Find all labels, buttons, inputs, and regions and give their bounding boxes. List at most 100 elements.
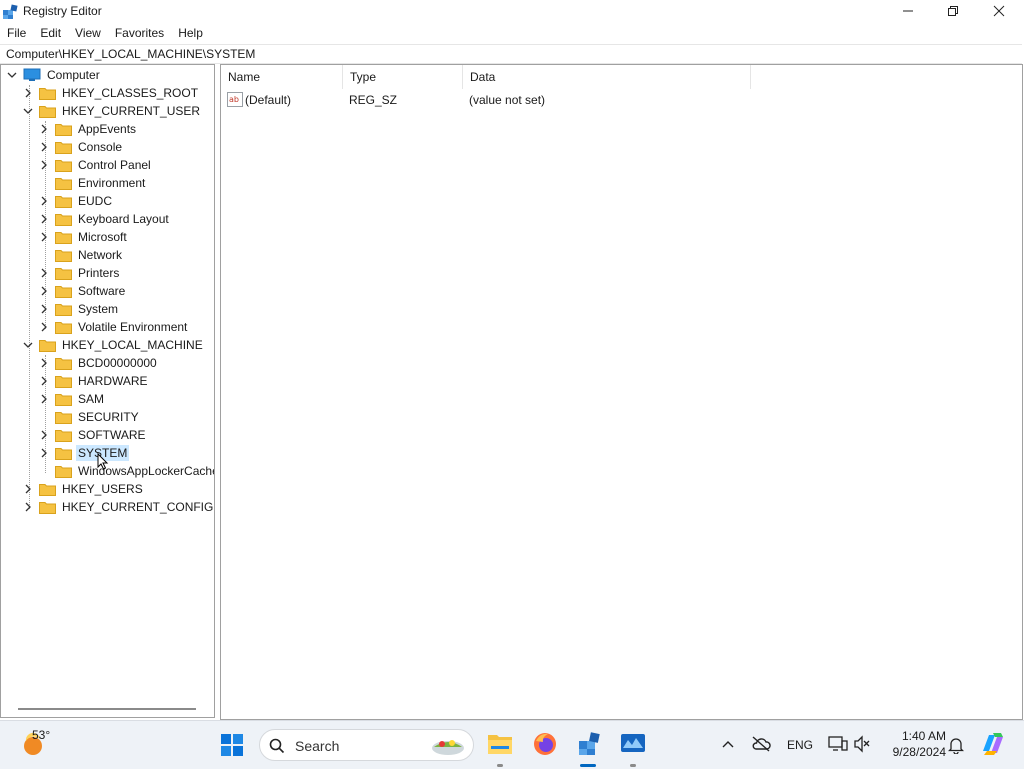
address-path[interactable]: Computer\HKEY_LOCAL_MACHINE\SYSTEM — [6, 47, 255, 61]
onedrive-button[interactable] — [751, 736, 771, 755]
chevron-right-icon[interactable] — [39, 286, 49, 296]
tree-item-keyboard-layout[interactable]: Keyboard Layout — [39, 210, 171, 228]
menu-file[interactable]: File — [0, 23, 33, 43]
network-button[interactable] — [828, 735, 848, 756]
language-indicator[interactable]: ENG — [787, 738, 813, 752]
address-bar[interactable]: Computer\HKEY_LOCAL_MACHINE\SYSTEM — [0, 44, 1022, 64]
volume-button[interactable] — [853, 735, 871, 756]
tree-item-network[interactable]: Network — [39, 246, 124, 264]
tree-item-windowsapplockercache[interactable]: WindowsAppLockerCache — [39, 462, 214, 480]
chevron-right-icon[interactable] — [23, 502, 33, 512]
chevron-right-icon[interactable] — [39, 322, 49, 332]
copilot-button[interactable] — [979, 731, 1007, 760]
chevron-right-icon[interactable] — [39, 448, 49, 458]
firefox-button[interactable] — [532, 731, 558, 760]
folder-icon — [55, 447, 72, 460]
tree-label: BCD00000000 — [78, 356, 157, 370]
tree-item-control-panel[interactable]: Control Panel — [39, 156, 153, 174]
tree-item-eudc[interactable]: EUDC — [39, 192, 114, 210]
tree-item-hkey-local-machine[interactable]: HKEY_LOCAL_MACHINE — [23, 336, 205, 354]
list-item[interactable]: ab (Default) REG_SZ (value not set) — [221, 91, 821, 109]
tree-label: System — [78, 302, 119, 316]
tree-item-console[interactable]: Console — [39, 138, 124, 156]
menu-help[interactable]: Help — [171, 23, 210, 43]
registry-editor-taskbar-button[interactable] — [576, 731, 602, 760]
notifications-button[interactable] — [947, 736, 965, 757]
column-header-data[interactable]: Data — [463, 65, 751, 89]
menu-edit[interactable]: Edit — [33, 23, 68, 43]
tree-item-microsoft[interactable]: Microsoft — [39, 228, 129, 246]
tree-item-environment[interactable]: Environment — [39, 174, 147, 192]
computer-icon — [23, 68, 41, 81]
monitor-app-button[interactable] — [620, 731, 646, 760]
chevron-right-icon[interactable] — [39, 358, 49, 368]
folder-icon — [39, 483, 56, 496]
minimize-button[interactable] — [885, 0, 931, 22]
tree-item-hkey-classes-root[interactable]: HKEY_CLASSES_ROOT — [23, 84, 200, 102]
chevron-right-icon[interactable] — [39, 268, 49, 278]
chevron-down-icon[interactable] — [23, 106, 33, 116]
value-type: REG_SZ — [349, 93, 398, 107]
tree-item-system[interactable]: System — [39, 300, 120, 318]
chevron-right-icon[interactable] — [39, 304, 49, 314]
tree-item-system-hklm[interactable]: SYSTEM — [39, 444, 130, 462]
file-explorer-button[interactable] — [486, 731, 514, 760]
tree-item-bcd00000000[interactable]: BCD00000000 — [39, 354, 159, 372]
chevron-down-icon[interactable] — [7, 70, 17, 80]
tree-item-printers[interactable]: Printers — [39, 264, 121, 282]
chevron-right-icon[interactable] — [23, 88, 33, 98]
menu-view[interactable]: View — [68, 23, 108, 43]
tree-item-volatile-environment[interactable]: Volatile Environment — [39, 318, 189, 336]
chevron-right-icon[interactable] — [39, 394, 49, 404]
column-header-name[interactable]: Name — [221, 65, 343, 89]
tree-label: Environment — [78, 176, 146, 190]
chevron-right-icon[interactable] — [23, 484, 33, 494]
tree-item-sam[interactable]: SAM — [39, 390, 106, 408]
chevron-right-icon[interactable] — [39, 124, 49, 134]
chevron-down-icon[interactable] — [23, 340, 33, 350]
values-list[interactable]: Name Type Data ab (Default) REG_SZ (valu… — [220, 64, 1023, 720]
tree-item-hkey-current-config[interactable]: HKEY_CURRENT_CONFIG — [23, 498, 214, 516]
tree-label: Network — [78, 248, 123, 262]
chevron-right-icon[interactable] — [39, 214, 49, 224]
tree-label: SOFTWARE — [78, 428, 146, 442]
chevron-right-icon[interactable] — [39, 430, 49, 440]
tree-label: EUDC — [78, 194, 113, 208]
column-header-type[interactable]: Type — [343, 65, 463, 89]
tree-item-hkey-current-user[interactable]: HKEY_CURRENT_USER — [23, 102, 202, 120]
tree-label: Microsoft — [78, 230, 127, 244]
maximize-button[interactable] — [930, 0, 976, 22]
folder-icon — [39, 87, 56, 100]
tree-item-software[interactable]: Software — [39, 282, 127, 300]
speaker-muted-icon — [854, 735, 870, 753]
close-button[interactable] — [976, 0, 1022, 22]
tree-item-security[interactable]: SECURITY — [39, 408, 141, 426]
start-button[interactable] — [221, 734, 243, 759]
tree-pane[interactable]: Computer HKEY_CLASSES_ROOT HKEY_CURRENT_… — [0, 64, 215, 718]
chevron-right-icon[interactable] — [39, 142, 49, 152]
tree-item-computer[interactable]: Computer — [7, 66, 102, 84]
folder-icon — [55, 213, 72, 226]
chevron-right-icon[interactable] — [39, 232, 49, 242]
tree-label: HARDWARE — [78, 374, 148, 388]
tree-label: Printers — [78, 266, 120, 280]
clock-button[interactable]: 1:40 AM 9/28/2024 — [880, 729, 946, 759]
tree-item-appevents[interactable]: AppEvents — [39, 120, 138, 138]
tree-item-software-hklm[interactable]: SOFTWARE — [39, 426, 148, 444]
string-value-icon: ab — [227, 92, 243, 107]
taskbar-search[interactable]: Search — [259, 729, 474, 761]
chevron-right-icon[interactable] — [39, 160, 49, 170]
tree-label: Keyboard Layout — [78, 212, 169, 226]
show-hidden-icons-button[interactable] — [721, 738, 735, 752]
chevron-right-icon[interactable] — [39, 376, 49, 386]
chevron-right-icon[interactable] — [39, 196, 49, 206]
network-icon — [828, 736, 848, 751]
firefox-icon — [534, 733, 556, 755]
horizontal-scrollbar[interactable] — [18, 708, 196, 710]
menu-favorites[interactable]: Favorites — [108, 23, 171, 43]
tree-item-hkey-users[interactable]: HKEY_USERS — [23, 480, 145, 498]
folder-icon — [55, 321, 72, 334]
window-title: Registry Editor — [23, 4, 102, 18]
running-indicator — [630, 764, 636, 767]
tree-item-hardware[interactable]: HARDWARE — [39, 372, 150, 390]
